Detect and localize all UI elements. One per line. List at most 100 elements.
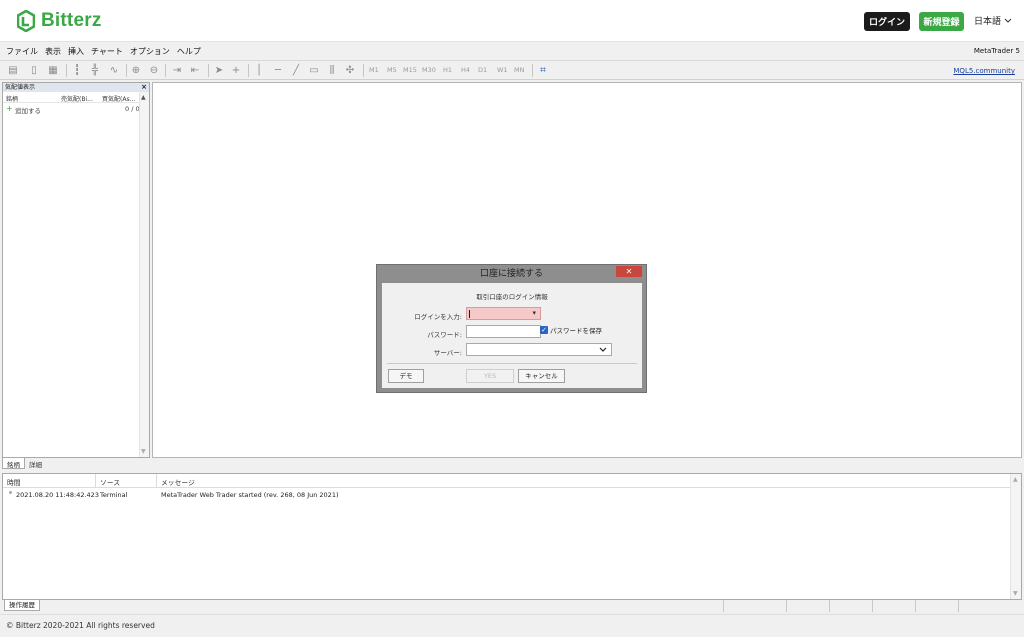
market-watch-title-bar: 気配値表示 × [3,83,149,92]
demo-button[interactable]: デモ [388,369,424,383]
new-order-icon[interactable]: ▯ [27,64,41,77]
toolbar: ▤ ▯ ▦ ┇ ╬ ∿ ⊕ ⊖ ⇥ ⇤ ➤ + │ ─ ╱ ▭ ⫼ ✣ M1 M… [0,60,1024,80]
new-chart-icon[interactable]: ▤ [6,64,20,77]
trendline-icon[interactable]: ╱ [289,64,303,77]
journal-header: 時間 ソース メッセージ [3,474,1021,488]
journal-source: Terminal [100,491,128,499]
chart-shift-icon[interactable]: ⇥ [170,64,184,77]
menu-bar: ファイル 表示 挿入 チャート オプション ヘルプ MetaTrader 5 [0,43,1024,59]
save-password-checkbox[interactable]: ✓ パスワードを保存 [540,325,602,335]
scroll-up-icon[interactable]: ▲ [1013,476,1018,483]
fullscreen-icon[interactable]: ⌗ [536,64,550,77]
journal-row[interactable]: 2021.08.20 11:48:42.423 Terminal MetaTra… [3,488,1021,501]
toolbox-tabs: 操作履歴 [4,599,40,611]
password-input[interactable] [466,325,541,338]
column-symbol[interactable]: 銘柄 [6,94,18,103]
menu-view[interactable]: 表示 [45,46,61,57]
column-message[interactable]: メッセージ [161,477,195,487]
journal-scrollbar[interactable]: ▲ ▼ [1010,474,1021,599]
column-ask[interactable]: 買気配(As... [102,94,135,103]
log-info-icon [9,491,12,494]
crosshair-icon[interactable]: + [229,64,243,77]
chevron-down-icon [1004,18,1012,23]
toolbar-divider [165,64,166,77]
indicators-icon[interactable]: ⫼ [325,64,339,77]
toolbar-divider [66,64,67,77]
column-time[interactable]: 時間 [7,477,21,487]
dialog-subtitle: 取引口座のログイン情報 [476,293,548,301]
timeframe-m30[interactable]: M30 [422,66,436,74]
line-chart-icon[interactable]: ∿ [107,64,121,77]
horizontal-line-icon[interactable]: ─ [271,64,285,77]
scroll-down-icon[interactable]: ▼ [141,448,146,455]
toolbar-divider [248,64,249,77]
add-symbol-label: 追加する [15,107,41,115]
dialog-close-button[interactable]: ✕ [616,266,642,277]
chevron-down-icon [599,347,607,352]
column-source[interactable]: ソース [100,477,120,487]
text-label-icon[interactable]: ▭ [307,64,321,77]
plus-icon: + [6,104,13,113]
close-icon[interactable]: × [141,83,147,92]
toolbar-divider [363,64,364,77]
mql5-community-link[interactable]: MQL5.community [953,67,1015,75]
timeframe-mn[interactable]: MN [514,66,524,74]
login-combobox[interactable]: ▾ [466,307,541,320]
timeframe-m15[interactable]: M15 [403,66,417,74]
brand-logo[interactable]: Bitterz [17,9,102,33]
add-symbol-row[interactable]: + 追加する 0 / 0 [3,103,149,115]
zoom-out-icon[interactable]: ⊖ [147,64,161,77]
login-label: ログインを入力: [414,313,462,321]
market-watch-tabs: 銘柄 詳細 [2,458,46,469]
tab-symbols[interactable]: 銘柄 [2,458,25,469]
toolbar-divider [126,64,127,77]
status-divider [958,600,959,612]
dropdown-arrow-icon[interactable]: ▾ [532,309,536,317]
status-divider [829,600,830,612]
status-bar [0,600,1024,612]
objects-icon[interactable]: ✣ [343,64,357,77]
save-password-label: パスワードを保存 [550,327,602,335]
scroll-up-icon[interactable]: ▲ [141,94,146,101]
scroll-down-icon[interactable]: ▼ [1013,590,1018,597]
brand-name: Bitterz [41,10,102,31]
status-divider [872,600,873,612]
yes-button[interactable]: YES [466,369,514,383]
register-button[interactable]: 新規登録 [919,12,964,31]
toolbox-panel: 時間 ソース メッセージ 2021.08.20 11:48:42.423 Ter… [2,473,1022,600]
menu-insert[interactable]: 挿入 [68,46,84,57]
timeframe-w1[interactable]: W1 [497,66,508,74]
tab-journal[interactable]: 操作履歴 [4,600,40,611]
menu-options[interactable]: オプション [130,46,170,57]
bar-chart-icon[interactable]: ┇ [70,64,84,77]
timeframe-h4[interactable]: H4 [461,66,470,74]
timeframe-m5[interactable]: M5 [387,66,397,74]
timeframe-m1[interactable]: M1 [369,66,379,74]
market-watch-scrollbar[interactable]: ▲ ▼ [139,92,149,457]
status-divider [723,600,724,612]
menu-file[interactable]: ファイル [6,46,38,57]
candlestick-icon[interactable]: ╬ [88,64,102,77]
column-bid[interactable]: 売気配(Bi... [61,94,93,103]
server-select[interactable] [466,343,612,356]
dialog-title: 口座に接続する [479,269,543,279]
cursor-icon[interactable]: ➤ [212,64,226,77]
timeframe-h1[interactable]: H1 [443,66,452,74]
cancel-button[interactable]: キャンセル [518,369,565,383]
menu-help[interactable]: ヘルプ [177,46,201,57]
site-footer: © Bitterz 2020-2021 All rights reserved [0,614,1024,637]
profiles-icon[interactable]: ▦ [46,64,60,77]
vertical-line-icon[interactable]: │ [252,64,266,77]
checkbox-checked-icon: ✓ [540,326,548,334]
autoscroll-icon[interactable]: ⇤ [188,64,202,77]
language-selector[interactable]: 日本語 [974,14,1012,27]
toolbar-divider [532,64,533,77]
login-button[interactable]: ログイン [864,12,910,31]
timeframe-d1[interactable]: D1 [478,66,487,74]
zoom-in-icon[interactable]: ⊕ [129,64,143,77]
tab-details[interactable]: 詳細 [25,458,46,469]
text-caret [469,310,470,318]
server-label: サーバー: [433,349,462,357]
site-header: Bitterz ログイン 新規登録 日本語 [0,0,1024,42]
menu-charts[interactable]: チャート [91,46,123,57]
